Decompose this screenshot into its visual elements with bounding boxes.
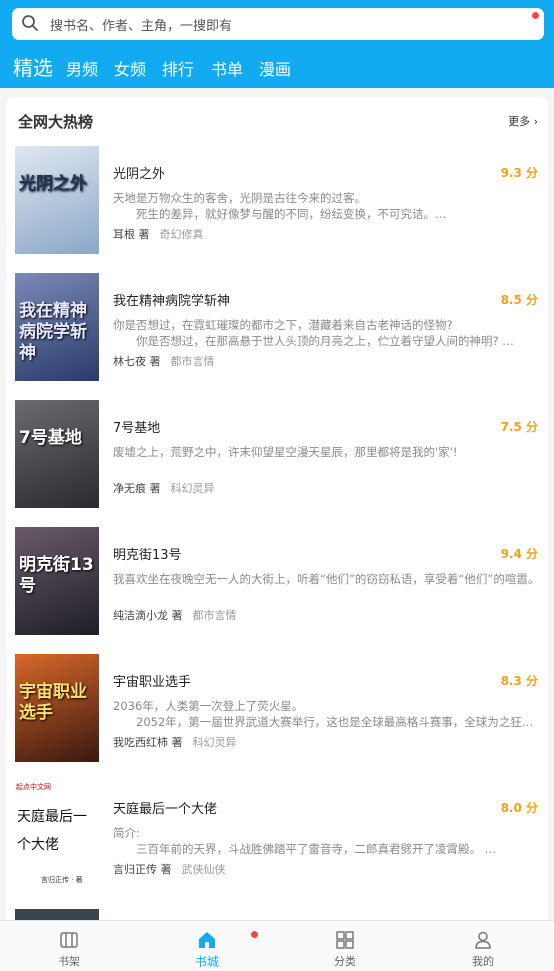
book-item[interactable]: 光阴之外 光阴之外 9.3 分 天地是万物众生的客舍，光阴是古往今来的过客。 死… bbox=[6, 146, 548, 256]
book-item[interactable]: 宇宙职业选手 宇宙职业选手 8.3 分 2036年，人类第一次登上了荧火星。 2… bbox=[6, 654, 548, 764]
publisher-badge: 起点中文网 bbox=[16, 783, 51, 791]
book-desc-line: 2052年，第一届世界武道大赛举行，这也是全球最高格斗赛事，全球为之狂… bbox=[113, 715, 534, 729]
nav-category[interactable]: 分类 bbox=[276, 921, 414, 971]
search-icon bbox=[22, 15, 38, 31]
nav-bookstore[interactable]: 书城 bbox=[138, 921, 276, 971]
cover-title: 我在精神病院学斩神 bbox=[19, 301, 87, 363]
cover-title: 光阴之外 bbox=[19, 174, 87, 194]
book-title[interactable]: 7号基地 bbox=[113, 417, 160, 436]
book-description: 2036年，人类第一次登上了荧火星。 2052年，第一届世界武道大赛举行，这也是… bbox=[113, 698, 541, 730]
cover-author: 言归正传 · 著 bbox=[41, 876, 83, 884]
book-meta: 纯洁滴小龙 著都市言情 bbox=[113, 607, 237, 623]
book-genre[interactable]: 都市言情 bbox=[193, 609, 237, 622]
book-desc-line: 你是否想过，在霓虹璀璨的都市之下，潜藏着来自古老神话的怪物? bbox=[113, 318, 453, 332]
book-genre[interactable]: 科幻灵异 bbox=[171, 482, 215, 495]
bottom-nav: 书架 书城 分类 我的 bbox=[0, 920, 554, 971]
book-desc-line: 天地是万物众生的客舍，光阴是古往今来的过客。 bbox=[113, 191, 366, 205]
more-label: 更多 bbox=[508, 115, 531, 128]
tab-comics[interactable]: 漫画 bbox=[259, 56, 291, 80]
book-score: 7.5 分 bbox=[500, 420, 538, 434]
section-title: 全网大热榜 bbox=[18, 113, 94, 131]
bookstore-icon bbox=[199, 932, 215, 948]
book-desc-line: 死生的差异，就好像梦与醒的不同，纷纭变换，不可究诘。… bbox=[113, 207, 447, 221]
book-cover[interactable]: 7号基地 bbox=[15, 400, 99, 508]
book-description: 你是否想过，在霓虹璀璨的都市之下，潜藏着来自古老神话的怪物? 你是否想过，在那高… bbox=[113, 317, 541, 349]
book-meta: 言归正传 著武侠仙侠 bbox=[113, 861, 226, 877]
cover-title: 7号基地 bbox=[19, 428, 82, 448]
book-item[interactable]: 起点中文网 天庭最后一个大佬 言归正传 · 著 天庭最后一个大佬 8.0 分 简… bbox=[6, 781, 548, 891]
book-desc-line: 你是否想过，在那高悬于世人头顶的月亮之上，伫立着守望人间的神明? … bbox=[113, 334, 514, 348]
book-cover[interactable]: 光阴之外 bbox=[15, 146, 99, 254]
book-desc-line: 三百年前的天界，斗战胜佛踏平了雷音寺，二郎真君劈开了凌霄殿。 … bbox=[113, 842, 497, 856]
tab-booklist[interactable]: 书单 bbox=[211, 56, 243, 80]
search-bar[interactable]: 搜书名、作者、主角，一搜即有 bbox=[12, 8, 544, 40]
book-score: 9.3 分 bbox=[500, 166, 538, 180]
book-title[interactable]: 宇宙职业选手 bbox=[113, 671, 191, 690]
category-icon bbox=[336, 931, 354, 949]
book-meta: 我吃西红柿 著科幻灵异 bbox=[113, 734, 237, 750]
cover-title: 天庭最后一个大佬 bbox=[17, 809, 87, 853]
book-item[interactable]: 明克街13号 明克街13号 9.4 分 我喜欢坐在夜晚空无一人的大街上，听着“他… bbox=[6, 527, 548, 637]
book-description: 废墟之上，荒野之中，许末仰望星空漫天星辰，那里都将是我的'家'! bbox=[113, 444, 541, 460]
book-author[interactable]: 林七夜 著 bbox=[113, 355, 161, 368]
book-meta: 林七夜 著都市言情 bbox=[113, 353, 215, 369]
cover-title: 明克街13号 bbox=[19, 555, 94, 596]
nav-label-bookshelf: 书架 bbox=[58, 955, 80, 968]
book-description: 我喜欢坐在夜晚空无一人的大街上，听着“他们”的窃窃私语，享受着“他们”的喧嚣。 bbox=[113, 571, 541, 587]
search-placeholder: 搜书名、作者、主角，一搜即有 bbox=[50, 19, 233, 34]
book-title[interactable]: 我在精神病院学斩神 bbox=[113, 290, 230, 309]
nav-label-bookstore: 书城 bbox=[194, 955, 219, 969]
nav-label-profile: 我的 bbox=[472, 955, 494, 968]
book-title[interactable]: 光阴之外 bbox=[113, 163, 165, 182]
tab-ranking[interactable]: 排行 bbox=[162, 56, 194, 80]
book-author[interactable]: 我吃西红柿 著 bbox=[113, 736, 183, 749]
more-link[interactable]: 更多 › bbox=[508, 113, 538, 129]
chevron-right-icon: › bbox=[533, 115, 538, 128]
book-cover[interactable]: 起点中文网 天庭最后一个大佬 言归正传 · 著 bbox=[15, 781, 99, 889]
book-genre[interactable]: 奇幻修真 bbox=[160, 228, 204, 241]
nav-profile[interactable]: 我的 bbox=[414, 921, 552, 971]
bookstore-notification-dot bbox=[251, 931, 258, 938]
book-desc-line: 我喜欢坐在夜晚空无一人的大街上，听着“他们”的窃窃私语，享受着“他们”的喧嚣。 bbox=[113, 572, 540, 586]
book-meta: 净无痕 著科幻灵异 bbox=[113, 480, 215, 496]
book-desc-line: 废墟之上，荒野之中，许末仰望星空漫天星辰，那里都将是我的'家'! bbox=[113, 445, 458, 459]
tab-female[interactable]: 女频 bbox=[114, 56, 146, 80]
hot-ranking-card: 全网大热榜 更多 › 光阴之外 光阴之外 9.3 分 天地是万物众生的客舍，光阴… bbox=[6, 97, 548, 927]
top-header: 搜书名、作者、主角，一搜即有 精选 男频 女频 排行 书单 漫画 bbox=[0, 0, 554, 88]
book-score: 9.4 分 bbox=[500, 547, 538, 561]
book-description: 天地是万物众生的客舍，光阴是古往今来的过客。 死生的差异，就好像梦与醒的不同，纷… bbox=[113, 190, 541, 222]
tab-male[interactable]: 男频 bbox=[66, 56, 98, 80]
cover-title: 宇宙职业选手 bbox=[19, 682, 87, 723]
book-genre[interactable]: 武侠仙侠 bbox=[182, 863, 226, 876]
book-score: 8.3 分 bbox=[500, 674, 538, 688]
book-cover[interactable]: 宇宙职业选手 bbox=[15, 654, 99, 762]
book-author[interactable]: 净无痕 著 bbox=[113, 482, 161, 495]
nav-label-category: 分类 bbox=[334, 955, 356, 968]
book-author[interactable]: 耳根 著 bbox=[113, 228, 150, 241]
category-tabs: 精选 男频 女频 排行 书单 漫画 bbox=[0, 52, 554, 84]
nav-bookshelf[interactable]: 书架 bbox=[0, 921, 138, 971]
notification-dot bbox=[532, 12, 539, 19]
book-score: 8.0 分 bbox=[500, 801, 538, 815]
book-title[interactable]: 天庭最后一个大佬 bbox=[113, 798, 217, 817]
book-meta: 耳根 著奇幻修真 bbox=[113, 226, 204, 242]
book-author[interactable]: 言归正传 著 bbox=[113, 863, 172, 876]
book-score: 8.5 分 bbox=[500, 293, 538, 307]
book-item[interactable]: 我在精神病院学斩神 我在精神病院学斩神 8.5 分 你是否想过，在霓虹璀璨的都市… bbox=[6, 273, 548, 383]
book-cover[interactable]: 我在精神病院学斩神 bbox=[15, 273, 99, 381]
book-desc-line: 2036年，人类第一次登上了荧火星。 bbox=[113, 699, 304, 713]
book-desc-line: 简介: bbox=[113, 826, 140, 840]
book-author[interactable]: 纯洁滴小龙 著 bbox=[113, 609, 183, 622]
book-description: 简介: 三百年前的天界，斗战胜佛踏平了雷音寺，二郎真君劈开了凌霄殿。 … bbox=[113, 825, 541, 857]
book-cover[interactable]: 明克街13号 bbox=[15, 527, 99, 635]
tab-featured[interactable]: 精选 bbox=[13, 52, 53, 81]
book-item[interactable]: 7号基地 7号基地 7.5 分 废墟之上，荒野之中，许末仰望星空漫天星辰，那里都… bbox=[6, 400, 548, 510]
book-title[interactable]: 明克街13号 bbox=[113, 544, 182, 563]
bookshelf-icon bbox=[60, 932, 78, 948]
book-genre[interactable]: 科幻灵异 bbox=[193, 736, 237, 749]
profile-icon bbox=[475, 931, 491, 949]
book-genre[interactable]: 都市言情 bbox=[171, 355, 215, 368]
